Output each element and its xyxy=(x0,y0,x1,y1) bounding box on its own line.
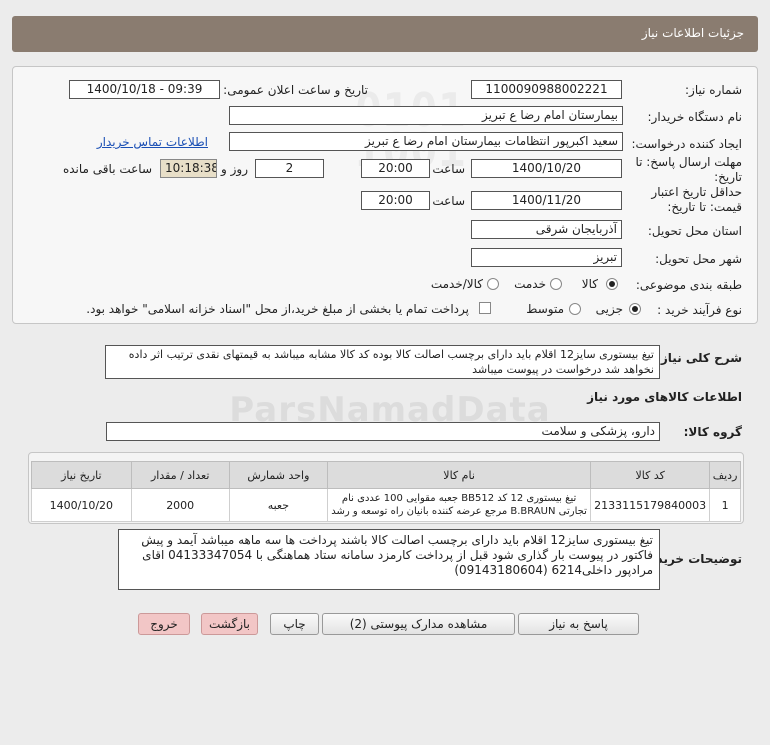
remaining-time-field: 10:18:38 xyxy=(160,159,217,178)
deadline-hour-label: ساعت xyxy=(432,162,465,176)
table-row: 1 2133115179840003 تیغ بیستوری 12 کد BB5… xyxy=(31,488,741,522)
col-code: کد کالا xyxy=(590,461,711,489)
category-option-goods: کالا xyxy=(581,277,598,291)
cell-unit: جعبه xyxy=(228,488,329,522)
need-number-field: 1100090988002221 xyxy=(471,80,622,99)
city-field: تبریز xyxy=(471,248,622,267)
validity-date-field: 1400/11/20 xyxy=(471,191,622,210)
category-radio-service[interactable] xyxy=(550,278,562,290)
treasury-payment-checkbox[interactable] xyxy=(479,302,491,314)
goods-group-field: دارو، پزشکی و سلامت xyxy=(106,422,660,441)
view-attachments-button[interactable]: مشاهده مدارک پیوستی (2) xyxy=(322,613,515,635)
treasury-payment-note: پرداخت تمام یا بخشی از مبلغ خرید،از محل … xyxy=(86,302,469,316)
watermark-logo: 01011001 xyxy=(260,87,560,173)
cell-code: 2133115179840003 xyxy=(590,488,711,522)
process-option-medium: متوسط xyxy=(526,302,564,316)
buyer-contact-link[interactable]: اطلاعات تماس خریدار xyxy=(97,135,208,149)
cell-qty: 2000 xyxy=(130,488,230,522)
col-name: نام کالا xyxy=(327,461,592,489)
days-field: 2 xyxy=(255,159,324,178)
reply-button[interactable]: پاسخ به نیاز xyxy=(518,613,639,635)
announce-label: تاریخ و ساعت اعلان عمومی: xyxy=(223,83,368,97)
exit-button[interactable]: خروج xyxy=(138,613,190,635)
buyer-field: بیمارستان امام رضا ع تبریز xyxy=(229,106,623,125)
notes-text: تیغ بیستوری سایز12 اقلام باید دارای برچس… xyxy=(118,529,660,590)
page-title: جزئیات اطلاعات نیاز xyxy=(641,26,744,40)
summary-label: شرح کلی نیاز: xyxy=(656,351,742,365)
goods-group-label: گروه کالا: xyxy=(683,425,742,439)
back-button[interactable]: بازگشت xyxy=(201,613,258,635)
province-label: استان محل تحویل: xyxy=(647,224,742,238)
days-label: روز و xyxy=(221,162,248,176)
col-unit: واحد شمارش xyxy=(228,461,329,489)
category-radio-goods-service[interactable] xyxy=(487,278,499,290)
goods-section-title: اطلاعات کالاهای مورد نیاز xyxy=(587,390,742,404)
process-radio-minor[interactable] xyxy=(629,303,641,315)
page-title-bar: جزئیات اطلاعات نیاز xyxy=(12,16,758,52)
cell-name: تیغ بیستوری 12 کد BB512 جعبه مقوایی 100 … xyxy=(327,488,592,522)
validity-label: حداقل تاریخ اعتبار قیمت: تا تاریخ: xyxy=(651,185,742,214)
buyer-label: نام دستگاه خریدار: xyxy=(647,110,743,124)
creator-label: ایجاد کننده درخواست: xyxy=(631,137,742,151)
validity-hour-label: ساعت xyxy=(432,194,465,208)
city-label: شهر محل تحویل: xyxy=(655,252,742,266)
validity-hour-field: 20:00 xyxy=(361,191,430,210)
summary-text: تیغ بیستوری سایز12 اقلام باید دارای برچس… xyxy=(105,345,660,379)
creator-field: سعید اکبرپور انتظامات بیمارستان امام رضا… xyxy=(229,132,623,151)
category-label: طبقه بندی موضوعی: xyxy=(635,278,742,292)
need-number-label: شماره نیاز: xyxy=(685,83,742,97)
process-option-minor: جزیی xyxy=(595,302,623,316)
col-qty: تعداد / مقدار xyxy=(130,461,230,489)
goods-table-panel: ردیف کد کالا نام کالا واحد شمارش تعداد /… xyxy=(28,452,744,524)
deadline-label: مهلت ارسال پاسخ: تا تاریخ: xyxy=(635,155,742,184)
announce-field: 1400/10/18 - 09:39 xyxy=(69,80,220,99)
print-button[interactable]: چاپ xyxy=(270,613,319,635)
category-option-service: خدمت xyxy=(514,277,546,291)
deadline-hour-field: 20:00 xyxy=(361,159,430,178)
remaining-label: ساعت باقی مانده xyxy=(62,162,152,176)
cell-date: 1400/10/20 xyxy=(31,488,132,522)
col-date: تاریخ نیاز xyxy=(31,461,132,489)
process-label: نوع فرآیند خرید : xyxy=(657,303,742,317)
deadline-date-field: 1400/10/20 xyxy=(471,159,622,178)
goods-table: ردیف کد کالا نام کالا واحد شمارش تعداد /… xyxy=(31,461,741,522)
cell-row: 1 xyxy=(709,488,741,522)
province-field: آذربایجان شرقی xyxy=(471,220,622,239)
category-option-goods-service: کالا/خدمت xyxy=(430,277,483,291)
category-radio-goods[interactable] xyxy=(606,278,618,290)
col-row: ردیف xyxy=(709,461,741,489)
process-radio-medium[interactable] xyxy=(569,303,581,315)
